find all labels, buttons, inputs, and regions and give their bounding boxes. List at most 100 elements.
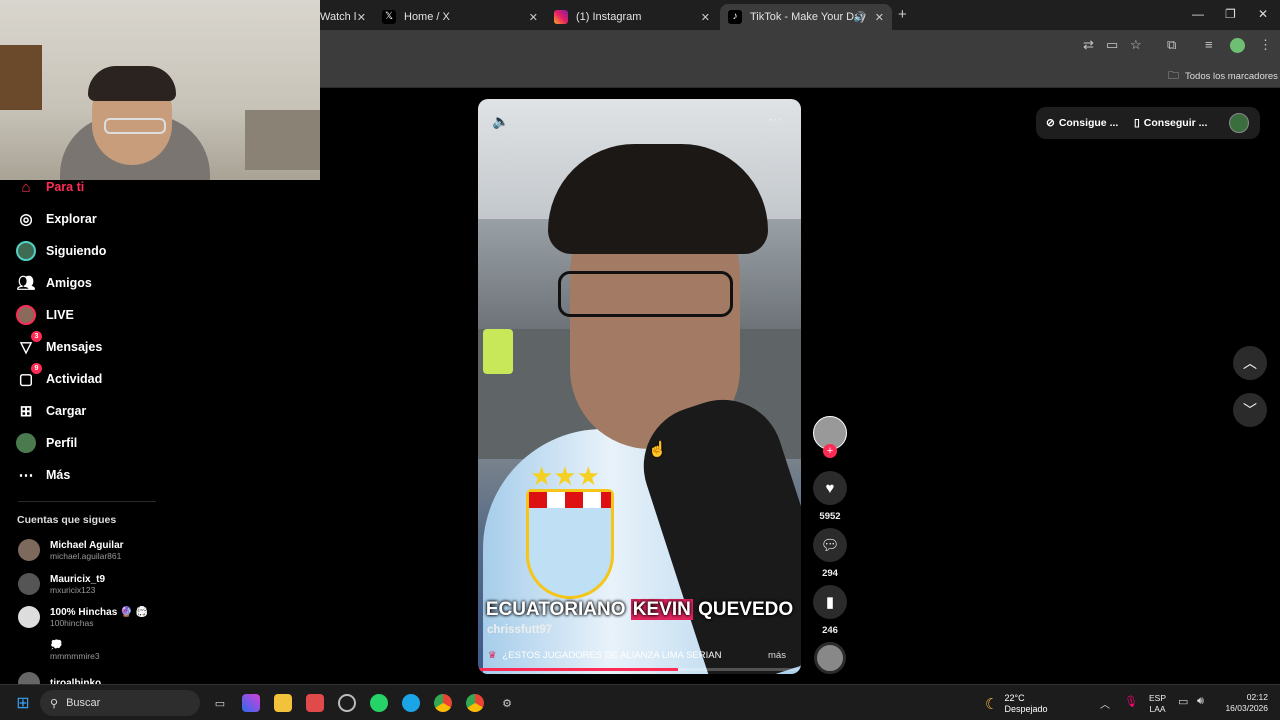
followed-account[interactable]: 💭 mmmmmire3: [50, 640, 100, 661]
get-app-button[interactable]: ▯ Conseguir ...: [1134, 108, 1207, 138]
sidebar-item-mas[interactable]: ⋯ Más: [16, 463, 71, 487]
sidebar-item-perfil[interactable]: Perfil: [16, 431, 77, 455]
cast-icon[interactable]: ▭: [1106, 37, 1118, 53]
crest-stripes: [529, 492, 611, 508]
edge-icon[interactable]: [402, 694, 420, 712]
like-button[interactable]: ♥ 5952: [812, 471, 848, 522]
music-disc-icon: [814, 642, 846, 674]
bookmark-icon: ▮: [813, 585, 847, 619]
music-disc-button[interactable]: [812, 642, 848, 674]
followed-account[interactable]: Michael Aguilar michael.aguilar861: [18, 539, 124, 561]
bookmark-star-icon[interactable]: ☆: [1130, 37, 1142, 53]
home-icon: ⌂: [21, 178, 31, 196]
close-tab-icon[interactable]: ✕: [357, 11, 366, 24]
file-explorer-icon[interactable]: [274, 694, 292, 712]
notification-badge: 3: [31, 331, 42, 342]
profile-avatar-icon[interactable]: [1230, 38, 1245, 53]
hair: [548, 144, 768, 254]
media-control-icon[interactable]: ≡: [1205, 37, 1213, 52]
followed-account[interactable]: 100% Hinchas 🔮 🏟 100hinchas: [18, 606, 148, 628]
next-video-button[interactable]: ﹀: [1233, 393, 1267, 427]
hashtag-icon: ♛: [488, 650, 497, 661]
new-tab-button[interactable]: +: [898, 6, 907, 23]
creator-avatar-action[interactable]: +: [812, 416, 848, 458]
more-link[interactable]: más: [768, 650, 786, 661]
chrome-active-icon[interactable]: [466, 694, 484, 712]
close-tab-icon[interactable]: ✕: [875, 11, 884, 24]
sidebar-item-siguiendo[interactable]: Siguiendo: [16, 239, 106, 263]
extensions-icon[interactable]: ⧉: [1167, 37, 1176, 53]
video-player[interactable]: ★★★ 🔈 ⋯ ECUATORIANO KEVIN QUEVEDO chriss…: [478, 99, 801, 674]
taskbar-search-box[interactable]: ⚲ Buscar: [40, 690, 200, 716]
caption-text: QUEVEDO: [692, 599, 794, 620]
sidebar-item-para-ti[interactable]: ⌂ Para ti: [16, 175, 84, 199]
save-count: 246: [822, 625, 838, 636]
close-tab-icon[interactable]: ✕: [529, 11, 538, 24]
sidebar-item-cargar[interactable]: ⊞ Cargar: [16, 399, 87, 423]
account-handle: mxuricix123: [50, 584, 96, 595]
tab-x-home[interactable]: 𝕏 Home / X ✕: [374, 4, 546, 30]
sidebar-item-mensajes[interactable]: ▽ 3 Mensajes: [16, 331, 103, 359]
clock[interactable]: 02:12 16/03/2026: [1218, 692, 1268, 714]
following-avatar-icon: [16, 241, 36, 261]
chevron-up-icon[interactable]: ︿: [1100, 696, 1110, 711]
get-app-label: Conseguir ...: [1143, 117, 1208, 129]
menu-kebab-icon[interactable]: ⋮: [1259, 37, 1272, 53]
network-icon[interactable]: ▭: [1178, 695, 1188, 708]
like-count: 5952: [819, 511, 841, 522]
video-author[interactable]: chrissfutt97: [487, 624, 552, 636]
app-icon[interactable]: [338, 694, 356, 712]
sidebar-item-label: Mensajes: [46, 340, 103, 354]
user-avatar[interactable]: [1229, 113, 1249, 133]
close-tab-icon[interactable]: ✕: [701, 11, 710, 24]
volume-icon[interactable]: 🔊︎: [1197, 695, 1204, 708]
sidebar-item-actividad[interactable]: ▢ 9 Actividad: [16, 363, 103, 391]
previous-video-button[interactable]: ︿: [1233, 346, 1267, 380]
search-icon: ⚲: [50, 697, 59, 710]
phone-icon: ▯: [1134, 117, 1140, 129]
get-coins-button[interactable]: ⊘ Consigue ...: [1046, 108, 1118, 138]
sidebar-item-live[interactable]: LIVE: [16, 303, 74, 327]
tab-watch[interactable]: Watch l ✕: [312, 4, 374, 30]
video-description: ♛ ¿ESTOS JUGADORES DE ALIANZA LIMA SERIA…: [488, 650, 721, 661]
language-indicator[interactable]: ESP LAA: [1149, 693, 1166, 715]
mute-icon[interactable]: 🔈: [492, 113, 509, 130]
minimize-icon[interactable]: —: [1192, 7, 1204, 21]
weather-widget[interactable]: ☾ 22°C Despejado: [985, 693, 1047, 715]
whatsapp-icon[interactable]: [370, 694, 388, 712]
translate-icon[interactable]: ⇄: [1083, 37, 1094, 53]
sidebar-item-explorar[interactable]: ◎ Explorar: [16, 207, 96, 231]
followed-account[interactable]: Mauricix_t9 mxuricix123: [18, 573, 105, 595]
club-crest: [526, 489, 614, 599]
sidebar-item-amigos[interactable]: 👥︎ Amigos: [16, 271, 91, 295]
windows-start-icon[interactable]: ⊞: [14, 694, 32, 712]
person-vest: [483, 329, 513, 374]
follow-plus-icon[interactable]: +: [823, 444, 837, 458]
chrome-icon[interactable]: [434, 694, 452, 712]
account-name: 100% Hinchas 🔮 🏟: [50, 606, 148, 618]
person-glasses: [104, 118, 166, 134]
compass-icon: ◎: [19, 211, 33, 228]
save-button[interactable]: ▮ 246: [812, 585, 848, 636]
store-icon[interactable]: [306, 694, 324, 712]
close-window-icon[interactable]: ✕: [1258, 7, 1268, 21]
moon-icon: ☾: [985, 696, 999, 713]
weather-desc: Despejado: [1004, 704, 1048, 714]
description-text: ¿ESTOS JUGADORES DE ALIANZA LIMA SERIAN: [502, 650, 722, 661]
copilot-icon[interactable]: [242, 694, 260, 712]
comment-button[interactable]: 💬︎ 294: [812, 528, 848, 579]
settings-gear-icon[interactable]: ⚙: [498, 694, 516, 712]
progress-bar[interactable]: [478, 668, 801, 671]
sidebar-item-label: Actividad: [46, 372, 103, 386]
webcam-overlay: [0, 0, 320, 180]
video-options-icon[interactable]: ⋯: [768, 111, 782, 128]
task-view-icon[interactable]: ▭: [211, 694, 229, 712]
messages-icon: ▽ 3: [16, 331, 42, 357]
tab-tiktok[interactable]: ♪ TikTok - Make Your Day 🔊 ✕: [720, 4, 892, 30]
all-bookmarks-folder[interactable]: 🗀 Todos los marcadores: [1168, 67, 1278, 86]
maximize-icon[interactable]: ❐: [1225, 7, 1236, 21]
get-coins-label: Consigue ...: [1058, 117, 1119, 129]
speaker-icon[interactable]: 🔊: [854, 12, 866, 23]
tab-instagram[interactable]: (1) Instagram ✕: [546, 4, 718, 30]
microphone-icon[interactable]: 🎙︎: [1124, 695, 1138, 708]
